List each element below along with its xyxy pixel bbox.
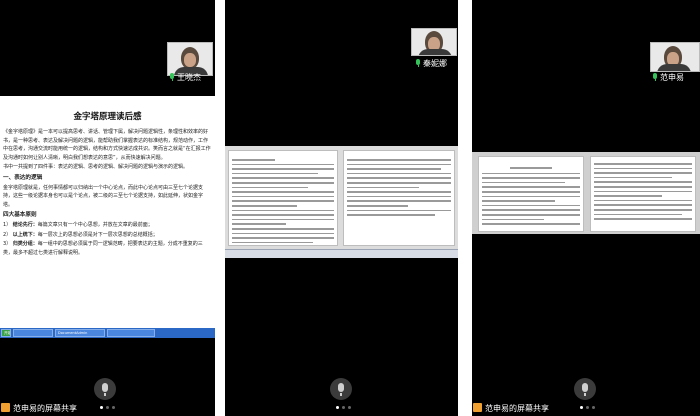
section-heading: 一、表达的逻辑 <box>3 174 43 181</box>
mic-on-icon <box>169 73 175 81</box>
page-dot-active <box>335 406 339 409</box>
rule-item: 1） 结论先行：每篇文章只有一个中心思想，并放在文章的最前面； <box>3 221 153 228</box>
page-dot <box>591 406 595 409</box>
participant-name-label: 秦妮娜 <box>415 58 447 70</box>
page-indicator <box>98 406 116 410</box>
shared-document-two-page-view <box>225 146 458 249</box>
participant-name-label: 王晓杰 <box>169 72 201 84</box>
participant-name: 王晓杰 <box>177 73 201 82</box>
screen-share-label: 范申易的屏幕共享 <box>1 403 77 415</box>
paragraph: 金字塔原理就是，任何事情都可以归纳出一个中心论点，而此中心论点可由三至七个论据支… <box>3 184 204 208</box>
rule-item: 2） 以上统下：每一层次上的思想必须是对下一层次思想的总结概括； <box>3 231 158 238</box>
page-dot-active <box>579 406 583 409</box>
screen-share-label: 范申易的屏幕共享 <box>473 403 549 415</box>
page-dot <box>347 406 351 409</box>
paragraph: 《金字塔原理》是一本可以提高思考、讲话、管理下属，解决问题逻辑性，条理性和效率的… <box>3 129 211 161</box>
microphone-button[interactable] <box>330 378 352 400</box>
screen-share-text: 范申易的屏幕共享 <box>13 404 77 413</box>
taskbar-app-button[interactable] <box>13 329 53 337</box>
rule-item: 3） 归类分组：每一组中的思想必须属于同一逻辑范畴，把要表达的主题，分成不重复的… <box>3 241 203 256</box>
page-dot-active <box>99 406 103 409</box>
participant-name: 范申易 <box>660 73 684 82</box>
windows-taskbar: 开始 DocumentAdmin <box>0 328 215 338</box>
taskbar-app-button[interactable] <box>107 329 155 337</box>
page-dot <box>105 406 109 409</box>
person-body <box>657 64 691 71</box>
document-page-right <box>590 156 696 232</box>
video-tile-2[interactable]: 秦妮娜 <box>225 0 458 416</box>
video-tile-3[interactable]: 范申易 范申易的屏幕共享 <box>472 0 700 416</box>
document-page-left <box>478 156 584 232</box>
video-tile-1[interactable]: 王晓杰 金字塔原理读后感 《金字塔原理》是一本可以提高思考、讲话、管理下属，解决… <box>0 0 215 416</box>
shared-document: 金字塔原理读后感 《金字塔原理》是一本可以提高思考、讲话、管理下属，解决问题逻辑… <box>0 96 215 328</box>
screen-share-text: 范申易的屏幕共享 <box>485 404 549 413</box>
paragraph: 书中一共提到了四件事：表达的逻辑、思考的逻辑、解决问题的逻辑与演示的逻辑。 <box>3 164 189 171</box>
mic-on-icon <box>652 73 658 81</box>
page-dot <box>111 406 115 409</box>
page-indicator <box>334 406 352 410</box>
participant-camera-thumbnail[interactable] <box>167 42 213 76</box>
taskbar-app-button[interactable]: DocumentAdmin <box>55 329 105 337</box>
page-indicator <box>578 406 596 410</box>
screen-share-icon <box>473 403 482 412</box>
page-dot <box>585 406 589 409</box>
participant-camera-thumbnail[interactable] <box>411 28 457 56</box>
participant-name: 秦妮娜 <box>423 59 447 68</box>
start-button[interactable]: 开始 <box>1 329 11 337</box>
shared-document-two-page-view <box>472 152 700 234</box>
page-dot <box>341 406 345 409</box>
mic-on-icon <box>415 59 421 67</box>
document-title: 金字塔原理读后感 <box>73 112 142 122</box>
participant-camera-thumbnail[interactable] <box>650 42 700 72</box>
rules-heading: 四大基本原则 <box>3 212 37 219</box>
document-page-left <box>228 150 338 246</box>
person-body <box>418 49 452 55</box>
microphone-button[interactable] <box>574 378 596 400</box>
participant-name-label: 范申易 <box>652 72 684 84</box>
document-page-right <box>343 150 455 246</box>
microphone-button[interactable] <box>94 378 116 400</box>
person-avatar-icon <box>181 47 199 69</box>
screen-share-icon <box>1 403 10 412</box>
document-status-bar <box>225 249 458 258</box>
